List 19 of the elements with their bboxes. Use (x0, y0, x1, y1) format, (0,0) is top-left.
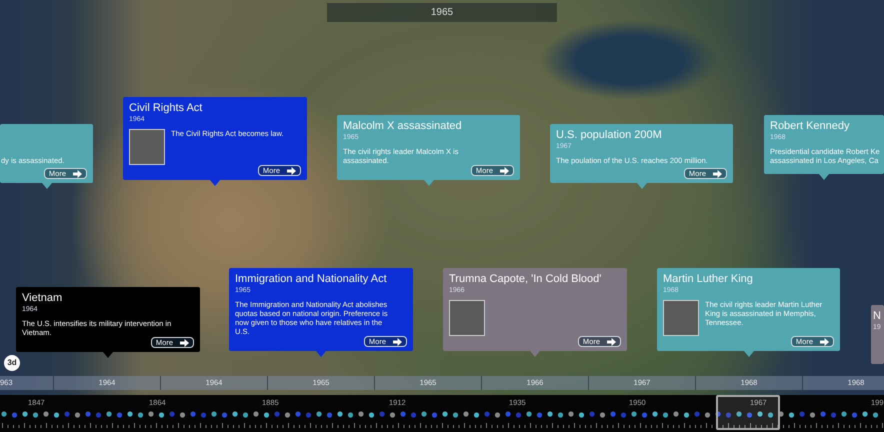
card-title: N (873, 310, 881, 323)
card-title: Civil Rights Act (129, 102, 202, 115)
card-title: Martin Luther King (663, 273, 753, 286)
card-title: Robert Kennedy (770, 120, 850, 133)
arrow-right-icon (73, 170, 82, 178)
arrow-right-icon (607, 338, 616, 346)
arrow-right-icon (820, 338, 829, 346)
current-year-label: 1965 (327, 3, 557, 22)
card-title: Immigration and Nationality Act (235, 273, 387, 286)
card-title: U.S. population 200M (556, 129, 662, 142)
arrow-right-icon (180, 338, 189, 346)
card-title: Trumna Capote, 'In Cold Blood' (449, 273, 602, 286)
card-title: Vietnam (22, 292, 62, 305)
arrow-right-icon (287, 166, 296, 174)
arrow-right-icon (500, 166, 509, 174)
arrow-right-icon (393, 338, 402, 346)
arrow-right-icon (713, 170, 722, 178)
card-title: Malcolm X assassinated (343, 120, 462, 133)
viewport-frame[interactable] (716, 395, 780, 430)
